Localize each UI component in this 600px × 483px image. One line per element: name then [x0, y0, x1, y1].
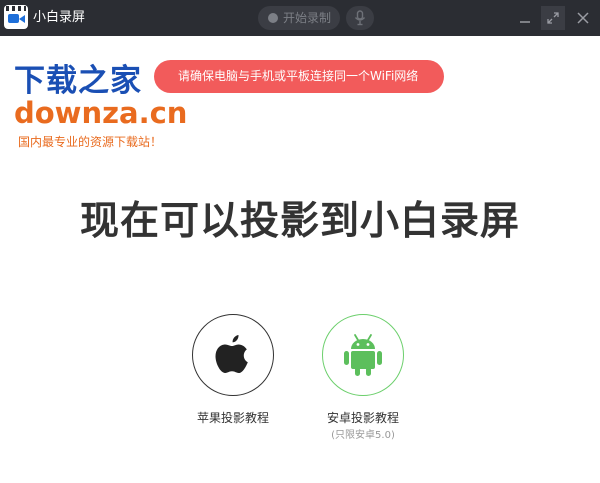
- maximize-button[interactable]: [541, 6, 565, 30]
- wifi-notice-toast: 请确保电脑与手机或平板连接同一个WiFi网络: [154, 60, 444, 93]
- watermark-domain: downza.cn: [14, 96, 188, 130]
- record-dot-icon: [268, 13, 278, 23]
- minimize-icon: [520, 21, 530, 23]
- maximize-icon: [547, 12, 559, 24]
- wifi-notice-text: 请确保电脑与手机或平板连接同一个WiFi网络: [178, 69, 419, 83]
- watermark-slogan: 国内最专业的资源下载站！: [18, 135, 163, 149]
- watermark-logo: 下载之家: [14, 63, 142, 99]
- app-logo-icon: [4, 5, 28, 29]
- title-bar: 小白录屏 开始录制: [0, 0, 600, 36]
- start-record-label: 开始录制: [283, 11, 332, 25]
- start-record-button[interactable]: 开始录制: [258, 6, 340, 30]
- close-button[interactable]: [571, 6, 595, 30]
- android-tutorial-button[interactable]: [322, 314, 404, 396]
- android-version-note: (只限安卓5.0): [331, 430, 395, 441]
- android-tutorial-label[interactable]: 安卓投影教程: [303, 410, 423, 426]
- close-icon: [577, 12, 589, 24]
- microphone-icon: [354, 10, 366, 26]
- apple-tutorial-label[interactable]: 苹果投影教程: [173, 410, 293, 426]
- page-heading: 现在可以投影到小白录屏: [79, 199, 520, 244]
- apple-icon: [215, 335, 248, 373]
- microphone-button[interactable]: [346, 6, 374, 30]
- app-title: 小白录屏: [33, 10, 86, 25]
- minimize-button[interactable]: [513, 6, 537, 30]
- android-icon: [344, 334, 382, 376]
- apple-tutorial-button[interactable]: [192, 314, 274, 396]
